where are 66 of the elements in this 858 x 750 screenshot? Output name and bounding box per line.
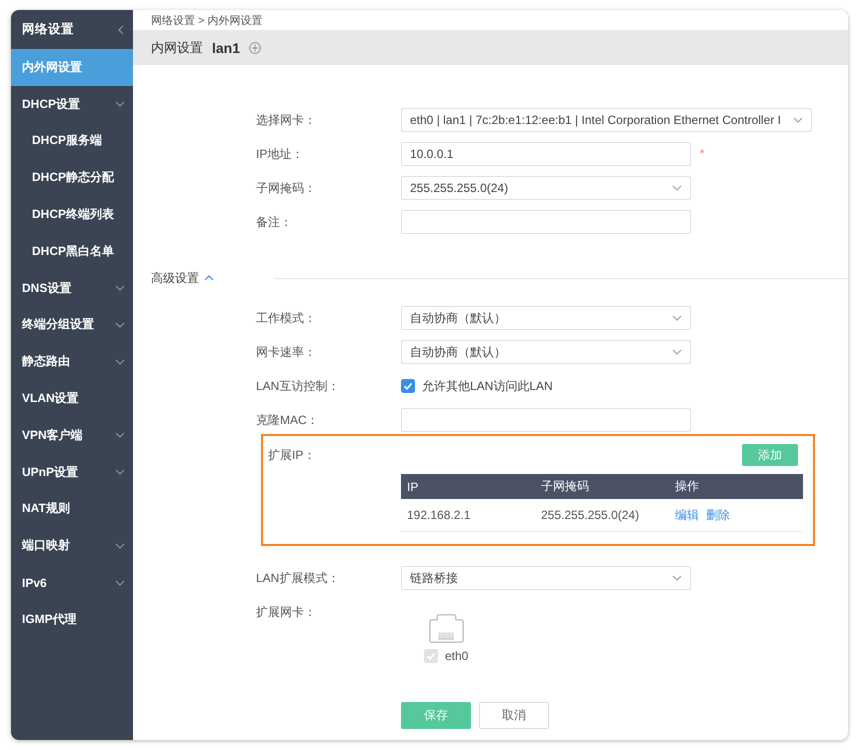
column-header: 操作 bbox=[675, 478, 699, 495]
chevron-down-icon bbox=[115, 469, 125, 476]
sidebar-item[interactable]: DHCP服务端 bbox=[11, 122, 133, 160]
select-field[interactable]: eth0 | lan1 | 7c:2b:e1:12:ee:b1 | Intel Corporation Ethernet Controller I bbox=[401, 108, 812, 132]
sidebar-item[interactable]: DHCP静态分配 bbox=[11, 159, 133, 196]
chevron-down-icon bbox=[115, 322, 125, 328]
table-cell: 255.255.255.0(24) bbox=[541, 508, 640, 522]
chevron-down-icon bbox=[672, 185, 682, 191]
sidebar-item[interactable]: DNS设置 bbox=[11, 270, 133, 307]
sidebar-item[interactable]: VPN客户端 bbox=[11, 416, 133, 454]
chevron-down-icon bbox=[115, 580, 125, 586]
sidebar-item[interactable]: VLAN设置 bbox=[11, 380, 133, 417]
sidebar-item[interactable]: IGMP代理 bbox=[11, 600, 133, 638]
checkbox[interactable] bbox=[401, 379, 415, 393]
plus-circle-icon[interactable] bbox=[249, 42, 262, 54]
chevron-down-icon bbox=[672, 575, 682, 581]
sidebar-item[interactable]: DHCP设置 bbox=[11, 86, 133, 123]
breadcrumb: 网络设置 > 内外网设置 bbox=[151, 14, 263, 28]
sidebar-item[interactable]: IPv6 bbox=[11, 564, 133, 601]
sidebar-item[interactable]: UPnP设置 bbox=[11, 454, 133, 491]
page-title: 内网设置 bbox=[151, 38, 203, 56]
field-label: 子网掩码： bbox=[256, 180, 316, 196]
chevron-down-icon bbox=[672, 349, 682, 355]
chevron-left-icon[interactable] bbox=[118, 24, 124, 34]
chevron-down-icon bbox=[115, 101, 125, 108]
field-label: 备注： bbox=[256, 214, 292, 230]
chevron-down-icon bbox=[115, 542, 125, 549]
sidebar-item[interactable]: 静态路由 bbox=[11, 343, 133, 380]
port-label: eth0 bbox=[445, 649, 468, 663]
input-field[interactable] bbox=[401, 408, 691, 432]
select-field[interactable]: 链路桥接 bbox=[401, 566, 691, 590]
field-label: LAN扩展模式： bbox=[256, 570, 340, 586]
field-label: 工作模式： bbox=[256, 310, 316, 326]
field-label: 网卡速率： bbox=[256, 344, 316, 360]
advanced-settings-toggle[interactable]: 高级设置 bbox=[151, 270, 214, 286]
ethernet-port-icon bbox=[428, 614, 464, 643]
field-label: LAN互访控制： bbox=[256, 378, 340, 394]
chevron-down-icon bbox=[115, 285, 125, 292]
input-field[interactable]: 10.0.0.1 bbox=[401, 142, 691, 166]
interface-name: lan1 bbox=[212, 40, 240, 56]
sidebar-item[interactable]: NAT规则 bbox=[11, 490, 133, 528]
chevron-down-icon bbox=[115, 432, 125, 438]
checkbox-label: 允许其他LAN访问此LAN bbox=[422, 378, 553, 394]
chevron-down-icon bbox=[792, 117, 803, 123]
input-field[interactable] bbox=[401, 210, 691, 234]
table-cell: 192.168.2.1 bbox=[407, 508, 470, 522]
chevron-down-icon bbox=[115, 358, 125, 365]
sidebar-item[interactable]: DHCP终端列表 bbox=[11, 196, 133, 233]
field-label: 选择网卡： bbox=[256, 112, 316, 128]
chevron-down-icon bbox=[672, 315, 682, 321]
select-field[interactable]: 自动协商（默认） bbox=[401, 306, 691, 330]
column-header: IP bbox=[407, 480, 418, 494]
required-mark: * bbox=[700, 148, 704, 160]
chevron-up-icon bbox=[204, 275, 214, 281]
sidebar-item[interactable]: 终端分组设置 bbox=[11, 306, 133, 344]
field-label: 扩展网卡： bbox=[256, 604, 316, 620]
select-field[interactable]: 自动协商（默认） bbox=[401, 340, 691, 364]
sidebar-title: 网络设置 bbox=[22, 21, 74, 38]
sidebar-item[interactable]: DHCP黑白名单 bbox=[11, 232, 133, 270]
field-label: 克隆MAC： bbox=[256, 412, 319, 428]
field-label: IP地址： bbox=[256, 146, 304, 162]
column-header: 子网掩码 bbox=[541, 478, 589, 495]
sidebar-item[interactable]: 端口映射 bbox=[11, 527, 133, 564]
cancel-button[interactable]: 取消 bbox=[479, 702, 549, 729]
field-label: 扩展IP： bbox=[268, 446, 316, 464]
select-field[interactable]: 255.255.255.0(24) bbox=[401, 176, 691, 200]
